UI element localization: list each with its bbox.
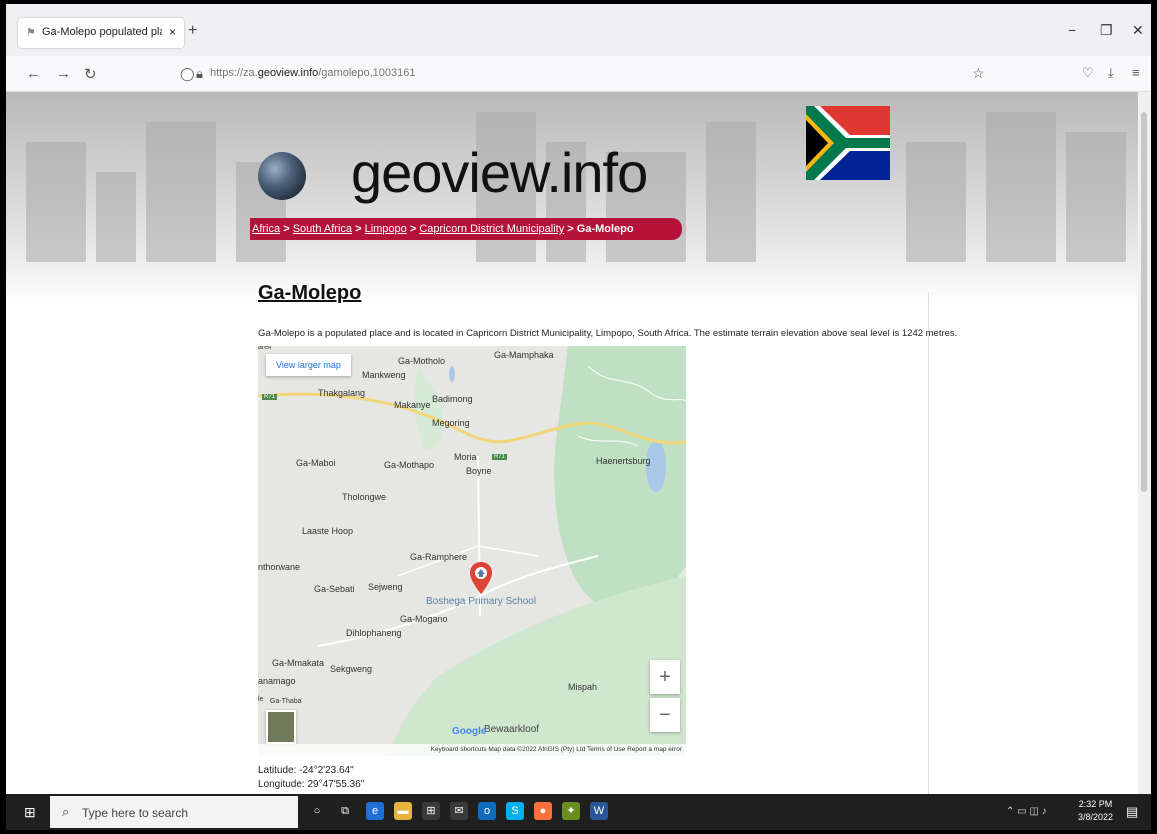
map-label: Ga-Maboi xyxy=(296,458,336,468)
active-tab[interactable]: ⚑ Ga-Molepo populated place, Li × xyxy=(18,18,184,48)
map-label: areil xyxy=(258,346,272,351)
map-label: Ga-Mogano xyxy=(400,614,448,624)
map-label: Ga-Ramphere xyxy=(410,552,468,562)
content-divider xyxy=(928,292,929,794)
menu-icon[interactable]: ≡ xyxy=(1132,65,1140,80)
coordinates: Latitude: -24°2'23.64" Longitude: 29°47'… xyxy=(258,765,365,790)
south-africa-flag-icon xyxy=(806,106,890,180)
place-description: Ga-Molepo is a populated place and is lo… xyxy=(258,328,958,339)
map-label: Dihlophaneng xyxy=(346,628,402,638)
windows-start-icon[interactable]: ⊞ xyxy=(24,804,36,821)
pocket-icon[interactable]: ♡ xyxy=(1082,65,1094,81)
browser-window: ⚑ Ga-Molepo populated place, Li × + − ❐ … xyxy=(6,4,1151,830)
globe-logo-icon xyxy=(258,152,306,200)
map-terrain xyxy=(258,346,686,756)
site-name[interactable]: geoview.info xyxy=(351,140,648,205)
windows-taskbar: ⊞ ⌕ Type here to search ○ ⧉ e ▬ ⊞ ✉ o S … xyxy=(6,794,1151,830)
notifications-icon[interactable]: ▤ xyxy=(1126,804,1138,820)
downloads-icon[interactable]: ⤓ xyxy=(1108,65,1114,81)
map-label: Haenertsburg xyxy=(596,456,651,466)
map-attribution[interactable]: Keyboard shortcuts Map data ©2022 AfriGI… xyxy=(258,744,686,756)
task-view-icon[interactable]: ⧉ xyxy=(336,802,354,820)
zoom-out-button[interactable]: − xyxy=(650,698,680,732)
page-title: Ga-Molepo xyxy=(258,282,362,304)
tab-bar: ⚑ Ga-Molepo populated place, Li × + − ❐ … xyxy=(6,4,1151,56)
satellite-toggle-button[interactable] xyxy=(266,710,296,744)
file-explorer-icon[interactable]: ▬ xyxy=(394,802,412,820)
map-label: Makanye xyxy=(394,400,431,410)
bookmark-star-icon[interactable]: ☆ xyxy=(972,65,985,82)
tab-title: Ga-Molepo populated place, Li xyxy=(42,26,162,38)
taskbar-search-input[interactable]: ⌕ Type here to search xyxy=(50,796,298,828)
map-label: Badimong xyxy=(432,394,473,404)
map-label: Ga-Mmakata xyxy=(272,658,325,668)
view-larger-map-link[interactable]: View larger map xyxy=(266,354,351,376)
map-label: Ga-Thaba xyxy=(270,698,302,705)
breadcrumb-current: Ga-Molepo xyxy=(576,223,634,235)
app-icon[interactable]: ✦ xyxy=(562,802,580,820)
breadcrumb-link-limpopo[interactable]: Limpopo xyxy=(365,223,407,235)
map-label: Mankweng xyxy=(362,370,406,380)
map-label: Laaste Hoop xyxy=(302,526,354,536)
road-shield-r71: R71 xyxy=(492,454,508,460)
shield-icon[interactable]: ◯ xyxy=(180,66,195,82)
new-tab-button[interactable]: + xyxy=(188,22,197,40)
breadcrumb: Africa > South Africa > Limpopo > Capric… xyxy=(250,218,682,240)
navigation-bar: ← → ↻ ◯ 🔒︎ https://za.geoview.info/gamol… xyxy=(6,56,1151,92)
map-label: Megoring xyxy=(432,418,470,428)
longitude-value: 29°47'55.36" xyxy=(307,779,365,790)
map-label: Mispah xyxy=(568,682,598,692)
google-logo: Google xyxy=(452,726,487,737)
road-shield-r71: R71 xyxy=(262,394,278,400)
cortana-icon[interactable]: ○ xyxy=(308,802,326,820)
breadcrumb-link-africa[interactable]: Africa xyxy=(252,223,280,235)
web-page: geoview.info Africa > South Africa > Lim… xyxy=(6,92,1144,794)
map-label: Moria xyxy=(454,452,477,462)
latitude-value: -24°2'23.64" xyxy=(299,765,354,776)
breadcrumb-link-south-africa[interactable]: South Africa xyxy=(293,223,352,235)
edge-icon[interactable]: e xyxy=(366,802,384,820)
map-label: nthorwane xyxy=(258,562,301,572)
close-window-button[interactable]: ✕ xyxy=(1132,22,1144,39)
map-label: Ga-Sebati xyxy=(314,584,355,594)
embedded-map[interactable]: View larger map areil Ga-Motholo Ga-Mamp… xyxy=(258,346,686,756)
system-tray-icons[interactable]: ⌃ ▭ ◫ ♪ xyxy=(1006,806,1047,817)
map-label: Thakgalang xyxy=(318,388,366,398)
page-scrollbar[interactable] xyxy=(1138,92,1151,794)
map-label: Ga-Mamphaka xyxy=(494,350,554,360)
firefox-icon[interactable]: ● xyxy=(534,802,552,820)
mail-icon[interactable]: ✉ xyxy=(450,802,468,820)
maximize-button[interactable]: ❐ xyxy=(1100,22,1113,39)
url-text: https://za.geoview.info/gamolepo,1003161 xyxy=(210,67,416,79)
search-icon: ⌕ xyxy=(62,804,70,819)
breadcrumb-link-capricorn[interactable]: Capricorn District Municipality xyxy=(419,223,564,235)
map-label: Ga-Mothapo xyxy=(384,460,435,470)
map-label: le xyxy=(258,696,264,703)
map-label: Sejweng xyxy=(368,582,403,592)
map-label: Sekgweng xyxy=(330,664,373,674)
map-pin-icon[interactable] xyxy=(470,562,492,594)
close-tab-icon[interactable]: × xyxy=(169,25,176,39)
map-label: Ga-Motholo xyxy=(398,356,446,366)
forward-arrow-icon[interactable]: → xyxy=(56,65,71,82)
clock[interactable]: 2:32 PM 3/8/2022 xyxy=(1078,798,1113,824)
globe-favicon-icon: ⚑ xyxy=(26,27,36,39)
map-label: Boyne xyxy=(466,466,492,476)
map-label: Tholongwe xyxy=(342,492,387,502)
skype-icon[interactable]: S xyxy=(506,802,524,820)
map-label: Bewaarkloof xyxy=(484,724,540,735)
reload-icon[interactable]: ↻ xyxy=(84,65,97,83)
map-label: anamago xyxy=(258,676,296,686)
lock-icon[interactable]: 🔒︎ xyxy=(196,66,203,82)
word-icon[interactable]: W xyxy=(590,802,608,820)
zoom-in-button[interactable]: + xyxy=(650,660,680,694)
minimize-button[interactable]: − xyxy=(1068,22,1076,38)
outlook-icon[interactable]: o xyxy=(478,802,496,820)
address-bar[interactable]: ◯ 🔒︎ https://za.geoview.info/gamolepo,10… xyxy=(180,60,980,88)
store-icon[interactable]: ⊞ xyxy=(422,802,440,820)
back-arrow-icon[interactable]: ← xyxy=(26,65,41,82)
scrollbar-thumb[interactable] xyxy=(1141,112,1147,492)
marker-label[interactable]: Boshega Primary School xyxy=(426,596,536,607)
